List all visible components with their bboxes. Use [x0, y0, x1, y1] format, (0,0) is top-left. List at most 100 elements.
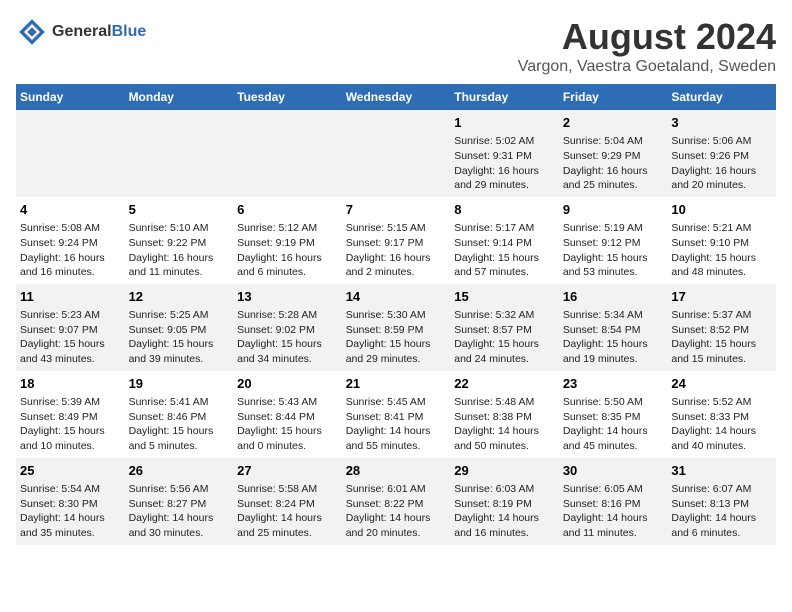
day-info: Sunrise: 5:04 AMSunset: 9:29 PMDaylight:… — [563, 134, 664, 193]
day-number: 17 — [671, 288, 772, 306]
col-thursday: Thursday — [450, 84, 559, 110]
day-info: Sunrise: 5:54 AMSunset: 8:30 PMDaylight:… — [20, 482, 121, 541]
day-info: Sunrise: 5:34 AMSunset: 8:54 PMDaylight:… — [563, 308, 664, 367]
day-info: Sunrise: 5:52 AMSunset: 8:33 PMDaylight:… — [671, 395, 772, 454]
day-number: 4 — [20, 201, 121, 219]
day-info: Sunrise: 5:37 AMSunset: 8:52 PMDaylight:… — [671, 308, 772, 367]
calendar-cell — [233, 110, 342, 197]
day-info: Sunrise: 5:12 AMSunset: 9:19 PMDaylight:… — [237, 221, 338, 280]
calendar-cell: 28 Sunrise: 6:01 AMSunset: 8:22 PMDayligh… — [342, 458, 451, 545]
calendar-cell: 10 Sunrise: 5:21 AMSunset: 9:10 PMDayligh… — [667, 197, 776, 284]
col-monday: Monday — [125, 84, 234, 110]
col-tuesday: Tuesday — [233, 84, 342, 110]
day-info: Sunrise: 5:15 AMSunset: 9:17 PMDaylight:… — [346, 221, 447, 280]
calendar-cell: 4 Sunrise: 5:08 AMSunset: 9:24 PMDaylight… — [16, 197, 125, 284]
day-number: 16 — [563, 288, 664, 306]
calendar-cell: 25 Sunrise: 5:54 AMSunset: 8:30 PMDayligh… — [16, 458, 125, 545]
day-info: Sunrise: 5:17 AMSunset: 9:14 PMDaylight:… — [454, 221, 555, 280]
calendar-cell: 3Sunrise: 5:06 AMSunset: 9:26 PMDaylight… — [667, 110, 776, 197]
day-info: Sunrise: 5:06 AMSunset: 9:26 PMDaylight:… — [671, 134, 772, 193]
calendar-cell: 8Sunrise: 5:17 AMSunset: 9:14 PMDaylight… — [450, 197, 559, 284]
day-number: 7 — [346, 201, 447, 219]
calendar-header-row: Sunday Monday Tuesday Wednesday Thursday… — [16, 84, 776, 110]
calendar-cell: 6 Sunrise: 5:12 AMSunset: 9:19 PMDaylight… — [233, 197, 342, 284]
calendar-cell: 9 Sunrise: 5:19 AMSunset: 9:12 PMDaylight… — [559, 197, 668, 284]
calendar-cell: 31 Sunrise: 6:07 AMSunset: 8:13 PMDayligh… — [667, 458, 776, 545]
calendar-cell: 14 Sunrise: 5:30 AMSunset: 8:59 PMDayligh… — [342, 284, 451, 371]
day-info: Sunrise: 5:30 AMSunset: 8:59 PMDaylight:… — [346, 308, 447, 367]
day-number: 1 — [454, 114, 555, 132]
day-number: 15 — [454, 288, 555, 306]
day-info: Sunrise: 5:08 AMSunset: 9:24 PMDaylight:… — [20, 221, 121, 280]
calendar-cell: 15Sunrise: 5:32 AMSunset: 8:57 PMDayligh… — [450, 284, 559, 371]
day-number: 29 — [454, 462, 555, 480]
calendar-cell: 16 Sunrise: 5:34 AMSunset: 8:54 PMDayligh… — [559, 284, 668, 371]
calendar-week-row: 18Sunrise: 5:39 AMSunset: 8:49 PMDayligh… — [16, 371, 776, 458]
logo-text: GeneralBlue — [52, 23, 146, 41]
calendar-cell: 7 Sunrise: 5:15 AMSunset: 9:17 PMDaylight… — [342, 197, 451, 284]
day-info: Sunrise: 6:07 AMSunset: 8:13 PMDaylight:… — [671, 482, 772, 541]
calendar-cell: 11 Sunrise: 5:23 AMSunset: 9:07 PMDayligh… — [16, 284, 125, 371]
day-info: Sunrise: 5:45 AMSunset: 8:41 PMDaylight:… — [346, 395, 447, 454]
day-number: 21 — [346, 375, 447, 393]
page-header: GeneralBlue August 2024 Vargon, Vaestra … — [16, 16, 776, 76]
day-number: 27 — [237, 462, 338, 480]
day-info: Sunrise: 5:28 AMSunset: 9:02 PMDaylight:… — [237, 308, 338, 367]
calendar-cell: 23Sunrise: 5:50 AMSunset: 8:35 PMDayligh… — [559, 371, 668, 458]
calendar-cell — [16, 110, 125, 197]
day-number: 6 — [237, 201, 338, 219]
day-number: 20 — [237, 375, 338, 393]
day-info: Sunrise: 5:25 AMSunset: 9:05 PMDaylight:… — [129, 308, 230, 367]
day-info: Sunrise: 5:10 AMSunset: 9:22 PMDaylight:… — [129, 221, 230, 280]
calendar-table: Sunday Monday Tuesday Wednesday Thursday… — [16, 84, 776, 545]
day-number: 5 — [129, 201, 230, 219]
day-number: 31 — [671, 462, 772, 480]
day-info: Sunrise: 5:56 AMSunset: 8:27 PMDaylight:… — [129, 482, 230, 541]
day-number: 30 — [563, 462, 664, 480]
calendar-cell: 2 Sunrise: 5:04 AMSunset: 9:29 PMDaylight… — [559, 110, 668, 197]
logo-icon — [16, 16, 48, 48]
day-number: 28 — [346, 462, 447, 480]
day-number: 12 — [129, 288, 230, 306]
day-number: 2 — [563, 114, 664, 132]
calendar-week-row: 11 Sunrise: 5:23 AMSunset: 9:07 PMDayligh… — [16, 284, 776, 371]
calendar-cell: 1Sunrise: 5:02 AMSunset: 9:31 PMDaylight… — [450, 110, 559, 197]
day-number: 11 — [20, 288, 121, 306]
calendar-cell: 13 Sunrise: 5:28 AMSunset: 9:02 PMDayligh… — [233, 284, 342, 371]
day-number: 14 — [346, 288, 447, 306]
page-title: August 2024 — [518, 16, 776, 58]
day-info: Sunrise: 6:01 AMSunset: 8:22 PMDaylight:… — [346, 482, 447, 541]
title-block: August 2024 Vargon, Vaestra Goetaland, S… — [518, 16, 776, 76]
page-subtitle: Vargon, Vaestra Goetaland, Sweden — [518, 58, 776, 76]
day-info: Sunrise: 5:19 AMSunset: 9:12 PMDaylight:… — [563, 221, 664, 280]
calendar-cell: 5 Sunrise: 5:10 AMSunset: 9:22 PMDaylight… — [125, 197, 234, 284]
calendar-week-row: 4 Sunrise: 5:08 AMSunset: 9:24 PMDaylight… — [16, 197, 776, 284]
day-info: Sunrise: 5:23 AMSunset: 9:07 PMDaylight:… — [20, 308, 121, 367]
day-info: Sunrise: 5:43 AMSunset: 8:44 PMDaylight:… — [237, 395, 338, 454]
calendar-cell: 17 Sunrise: 5:37 AMSunset: 8:52 PMDayligh… — [667, 284, 776, 371]
day-info: Sunrise: 5:21 AMSunset: 9:10 PMDaylight:… — [671, 221, 772, 280]
calendar-cell — [342, 110, 451, 197]
day-number: 13 — [237, 288, 338, 306]
day-number: 22 — [454, 375, 555, 393]
calendar-cell: 26 Sunrise: 5:56 AMSunset: 8:27 PMDayligh… — [125, 458, 234, 545]
col-sunday: Sunday — [16, 84, 125, 110]
calendar-week-row: 1Sunrise: 5:02 AMSunset: 9:31 PMDaylight… — [16, 110, 776, 197]
calendar-cell: 12 Sunrise: 5:25 AMSunset: 9:05 PMDayligh… — [125, 284, 234, 371]
calendar-cell: 20 Sunrise: 5:43 AMSunset: 8:44 PMDayligh… — [233, 371, 342, 458]
day-number: 18 — [20, 375, 121, 393]
day-number: 23 — [563, 375, 664, 393]
day-info: Sunrise: 5:48 AMSunset: 8:38 PMDaylight:… — [454, 395, 555, 454]
day-number: 25 — [20, 462, 121, 480]
calendar-cell: 19Sunrise: 5:41 AMSunset: 8:46 PMDayligh… — [125, 371, 234, 458]
day-number: 24 — [671, 375, 772, 393]
calendar-cell — [125, 110, 234, 197]
col-friday: Friday — [559, 84, 668, 110]
day-number: 26 — [129, 462, 230, 480]
day-info: Sunrise: 5:58 AMSunset: 8:24 PMDaylight:… — [237, 482, 338, 541]
calendar-cell: 24 Sunrise: 5:52 AMSunset: 8:33 PMDayligh… — [667, 371, 776, 458]
day-number: 9 — [563, 201, 664, 219]
calendar-cell: 29Sunrise: 6:03 AMSunset: 8:19 PMDayligh… — [450, 458, 559, 545]
calendar-cell: 27 Sunrise: 5:58 AMSunset: 8:24 PMDayligh… — [233, 458, 342, 545]
day-number: 10 — [671, 201, 772, 219]
